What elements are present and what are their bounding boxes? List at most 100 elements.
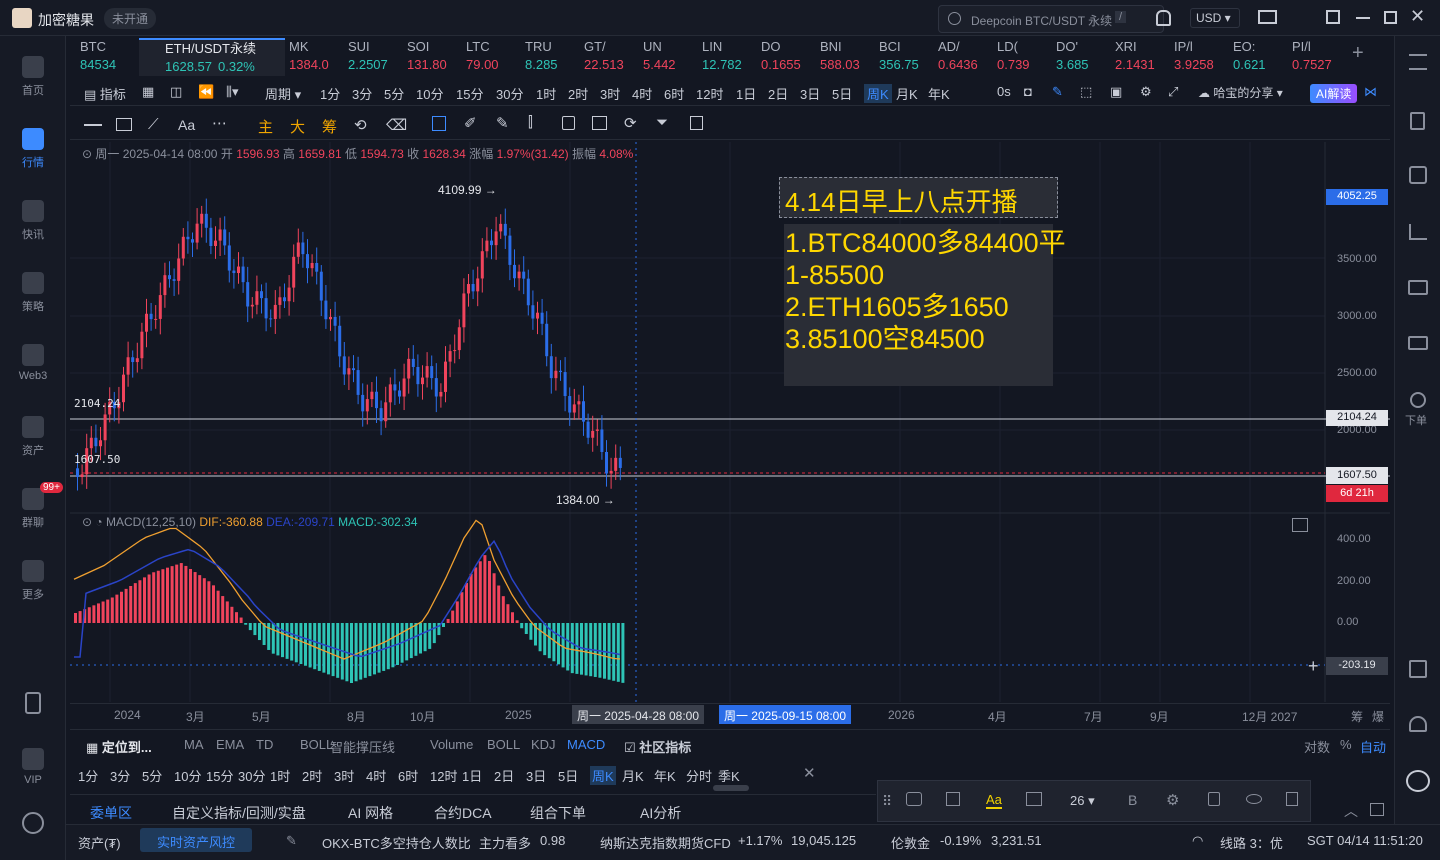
bold-button[interactable]: B <box>1128 792 1137 808</box>
nav-item-6[interactable]: 群聊 99+ <box>0 482 66 530</box>
ticker-17[interactable]: IP/l 3.9258 <box>1174 38 1229 74</box>
template-icon[interactable]: ▣ <box>1110 84 1122 100</box>
panel-handle[interactable] <box>713 785 749 791</box>
collapse-panel-icon[interactable]: ︿ <box>1344 801 1358 821</box>
period-9[interactable]: 4时 <box>632 84 652 103</box>
search-box[interactable]: Deepcoin BTC/USDT 永续 / <box>938 5 1164 33</box>
mascot-icon[interactable] <box>1406 770 1430 792</box>
nav-item-8[interactable]: VIP <box>0 748 66 786</box>
ticker-8[interactable]: UN 5.442 <box>643 38 698 74</box>
indicator-4[interactable]: 智能撑压线 <box>330 737 395 756</box>
period-1[interactable]: 3分 <box>352 84 372 103</box>
ticker-2[interactable]: MK 1384.0 <box>289 38 344 74</box>
window-layout-icon[interactable] <box>1326 10 1340 24</box>
copy-tool-icon[interactable] <box>432 116 446 131</box>
macd-collapse-icon[interactable]: ⊙ <box>82 515 95 529</box>
bottom-tab-4[interactable]: 组合下单 <box>530 803 586 823</box>
period-7[interactable]: 2时 <box>568 84 588 103</box>
period2-8[interactable]: 3时 <box>334 766 354 785</box>
avatar[interactable] <box>12 8 32 28</box>
close-periods-icon[interactable]: ✕ <box>803 764 816 782</box>
ticker-13[interactable]: AD/0.6436 <box>938 38 993 74</box>
restore-icon[interactable] <box>1384 11 1397 24</box>
big-order-button[interactable]: 大 <box>290 116 305 137</box>
network-line[interactable]: 线路 3：优 <box>1220 833 1283 852</box>
lock-tool-icon[interactable] <box>562 116 575 130</box>
pointer-icon[interactable]: ⬚ <box>1080 84 1092 100</box>
drag-handle-icon[interactable]: ⠿ <box>882 793 892 810</box>
highlight-icon[interactable] <box>1026 792 1042 806</box>
brush-tool-icon[interactable]: ✎ <box>496 114 509 132</box>
trash-tool-icon[interactable] <box>690 116 703 130</box>
visibility-icon[interactable] <box>1246 794 1262 804</box>
nav-item-7[interactable]: 更多 <box>0 560 66 602</box>
period2-5[interactable]: 30分 <box>238 766 265 785</box>
period2-6[interactable]: 1时 <box>270 766 290 785</box>
candles-tool-icon[interactable]: ⫿ <box>528 114 533 131</box>
indicator-5[interactable]: Volume <box>430 737 473 752</box>
period-18[interactable]: 年K <box>928 84 950 103</box>
edit-icon[interactable] <box>946 792 960 806</box>
nav-item-4[interactable]: Web3 <box>0 344 66 382</box>
period2-0[interactable]: 1分 <box>78 766 98 785</box>
account-badge[interactable]: 未开通 <box>104 8 157 29</box>
nav-item-0[interactable]: 首页 <box>0 56 66 98</box>
ticker-18[interactable]: EO: 0.621 <box>1233 38 1288 74</box>
layout-icon[interactable] <box>1409 660 1427 678</box>
indicator-8[interactable]: MACD <box>567 737 605 752</box>
order-label[interactable]: 下单 <box>1405 412 1427 428</box>
ticker-5[interactable]: LTC 79.00 <box>466 38 521 74</box>
share-dropdown[interactable]: ☁ 哈宝的分享 ▾ <box>1198 84 1283 101</box>
annotation-title-box[interactable]: 4.14日早上八点开播 <box>779 177 1058 218</box>
period-12[interactable]: 1日 <box>736 84 756 103</box>
more-tools-icon[interactable]: ⋯ <box>212 114 227 132</box>
period2-7[interactable]: 2时 <box>302 766 322 785</box>
line-tool-icon[interactable] <box>84 124 102 126</box>
camera-icon[interactable]: ◘ <box>1024 84 1032 99</box>
period-15[interactable]: 5日 <box>832 84 852 103</box>
period2-16[interactable]: 周K <box>590 766 616 785</box>
indicator-button[interactable]: ▤ 指标 <box>84 84 126 103</box>
collapse-icon[interactable]: ⊙ <box>82 147 95 161</box>
period2-20[interactable]: 季K <box>718 766 740 785</box>
delete-icon[interactable] <box>1286 792 1298 806</box>
font-size-select[interactable]: 26 ▾ <box>1070 793 1095 809</box>
document-icon[interactable] <box>1410 112 1425 130</box>
bottom-tab-3[interactable]: 合约DCA <box>434 803 492 823</box>
nav-item-1[interactable]: 行情 <box>0 128 66 170</box>
note-tool-icon[interactable] <box>592 116 607 130</box>
ticker-1[interactable]: ETH/USDT永续 1628.57 0.32% <box>139 38 285 76</box>
bottom-tab-2[interactable]: AI 网格 <box>348 803 393 823</box>
period-16[interactable]: 周K <box>864 84 892 103</box>
chart-type-icon[interactable]: ⫼▾ <box>226 84 239 100</box>
calendar-icon[interactable]: ▦ <box>142 84 154 100</box>
marker-tool-icon[interactable]: ✐ <box>464 114 477 132</box>
indicator-6[interactable]: BOLL <box>487 737 520 752</box>
list-icon[interactable] <box>1409 54 1427 70</box>
rect-tool-icon[interactable] <box>116 118 132 131</box>
bottom-tab-1[interactable]: 自定义指标/回测/实盘 <box>172 803 306 823</box>
risk-control-button[interactable]: 实时资产风控 <box>140 828 252 852</box>
ticker-12[interactable]: BCI 356.75 <box>879 38 934 74</box>
period-5[interactable]: 30分 <box>496 84 523 103</box>
chips-axis-button[interactable]: 筹 <box>1351 708 1363 725</box>
ticker-19[interactable]: PI/l 0.7527 <box>1292 38 1347 74</box>
pen-icon[interactable]: ✎ <box>1052 84 1063 100</box>
period2-18[interactable]: 年K <box>654 766 676 785</box>
indicator-1[interactable]: EMA <box>216 737 244 752</box>
ticker-9[interactable]: LIN 12.782 <box>702 38 757 74</box>
card-icon[interactable] <box>1408 336 1428 350</box>
period-14[interactable]: 3日 <box>800 84 820 103</box>
period2-17[interactable]: 月K <box>622 766 644 785</box>
bell-icon[interactable] <box>1156 10 1171 26</box>
search-input[interactable]: Deepcoin BTC/USDT 永续 <box>971 12 1112 29</box>
replay-icon[interactable]: ⏪ <box>198 84 214 100</box>
asset-label[interactable]: 资产(₮) <box>78 833 121 852</box>
period-2[interactable]: 5分 <box>384 84 404 103</box>
period-0[interactable]: 1分 <box>320 84 340 103</box>
ai-button[interactable]: AI解读 <box>1310 84 1358 103</box>
edit-status-icon[interactable]: ✎ <box>286 833 297 849</box>
settings-icon[interactable]: ⚙ <box>1140 84 1152 100</box>
monitor-icon[interactable] <box>1408 280 1428 295</box>
crosshair-add-icon[interactable]: + <box>1308 656 1319 677</box>
